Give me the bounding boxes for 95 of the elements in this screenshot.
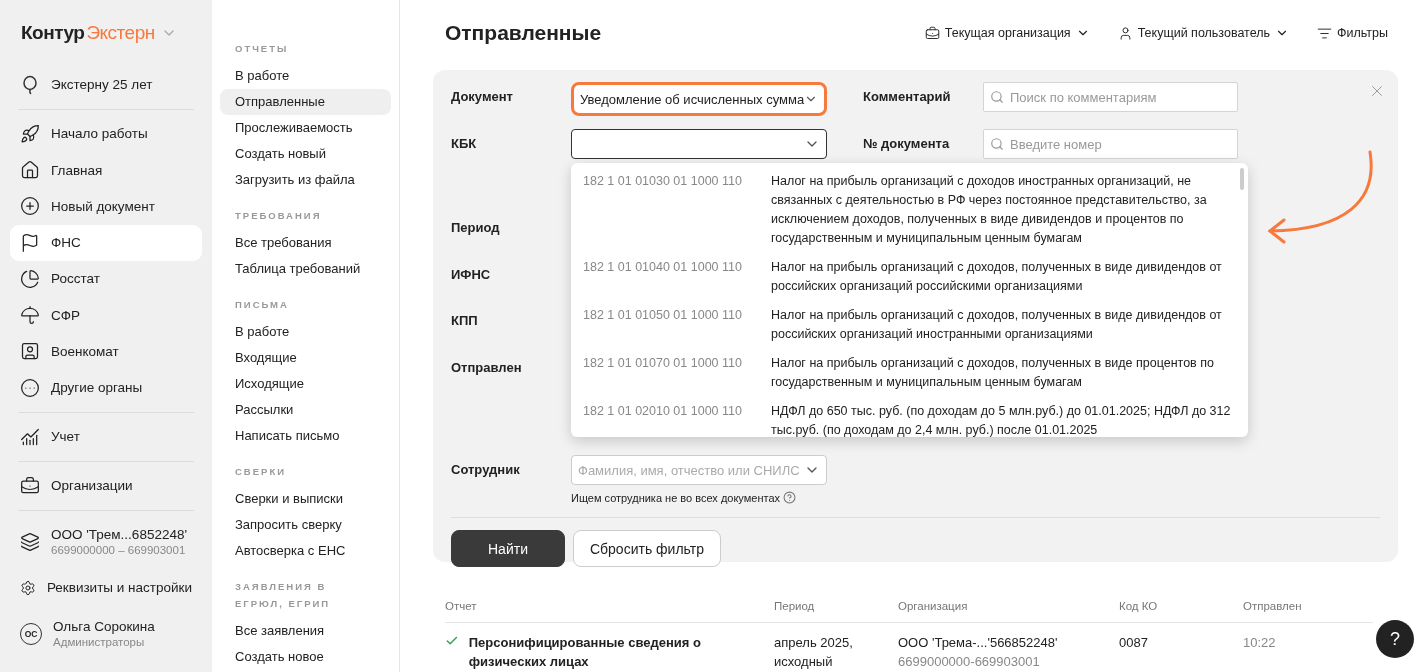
sidebar-item[interactable]: Военкомат [10,333,202,370]
field-label: Отправлен [451,360,522,375]
sidebar-item[interactable]: Новый документ [10,188,202,225]
sidebar-item[interactable]: Начало работы [10,115,202,153]
org-codes: 6699000000-669903001 [898,653,1041,671]
reset-filter-button[interactable]: Сбросить фильтр [572,530,721,567]
header-action[interactable]: Текущий пользователь [1117,25,1289,41]
user-role: Администраторы [53,636,146,649]
nav-item[interactable]: Все требования [220,230,391,256]
dropdown-option[interactable]: 182 1 01 01070 01 1000 110 Налог на прибыль организаций с доходов, полученных в виде процентов по государственным и муниципальным ценным бумагам [571,349,1248,397]
column-header: Код КО [1119,600,1243,623]
growth-chart-icon [20,426,40,447]
flag-icon [20,232,40,253]
nav-item[interactable]: В работе [220,63,391,89]
sidebar-item[interactable]: Главная [10,152,202,189]
promo-item[interactable]: Экстерну 25 лет [10,66,202,103]
code-cell-text: 0087 [1119,634,1149,652]
logo-text: Контур [21,22,85,45]
field-label: КБК [451,136,477,151]
briefcase-icon [924,25,940,41]
filter-icon [1317,25,1332,41]
org-cell-text: ООО 'Трема-...'566852248' [898,634,1059,652]
nav-item[interactable]: Рассылки [220,397,391,423]
find-button[interactable]: Найти [451,530,565,567]
period-text: апрель 2025, [774,634,854,652]
pie-chart-icon [20,268,40,289]
search-icon [990,137,1004,151]
nav-item[interactable]: Создать новый [220,141,391,167]
field-label: Период [451,220,500,235]
nav-item[interactable]: Запросить сверку [220,512,391,538]
nav-item[interactable]: Таблица требований [220,256,391,282]
balloon-icon [20,74,40,95]
header-action[interactable]: Фильтры [1317,25,1388,41]
column-header: Организация [898,600,1119,623]
umbrella-icon [20,305,40,326]
nav-item[interactable]: Создать новое [220,644,391,670]
dropdown-option[interactable]: 182 1 01 02010 01 1000 110 НДФЛ до 650 тыс. руб. (по доходам до 5 млн.руб.) до 01.01.2025; НДФЛ до 312 тыс.руб. (по доходам до 2,4 млн. руб.) после 01.01.2025 [571,397,1248,437]
sidebar-item[interactable]: Другие органы [10,369,202,406]
column-header: Отправлен [1243,600,1373,623]
sidebar-item[interactable]: Организации [10,467,202,505]
nav-item[interactable]: Прослеживаемость [220,115,391,141]
user-icon [1117,25,1133,41]
contact-card-icon [20,341,40,362]
select-field[interactable]: Уведомление об исчисленных сумма [571,82,827,116]
briefcase-icon [20,476,40,496]
field-label: Комментарий [863,89,951,104]
nav-item[interactable]: В работе [220,319,391,345]
nav-item[interactable]: Загрузить из файла [220,167,391,193]
logo-text: Экстерн [86,22,155,45]
section-title: ЗАЯВЛЕНИЯ В ЕГРЮЛ, ЕГРИП [234,580,332,611]
settings-item[interactable]: Реквизиты и настройки [10,566,202,610]
sidebar-item[interactable]: СФР [10,296,202,334]
plus-icon [20,196,40,217]
select-field[interactable] [571,129,827,159]
search-icon [990,90,1004,104]
nav-item[interactable]: Автосверка с ЕНС [220,538,391,564]
user-name[interactable]: Ольга Сорокина [53,619,155,635]
org-name[interactable]: ООО 'Трем...6852248' [51,527,187,543]
help-icon[interactable] [783,491,797,504]
sidebar-item[interactable]: Росстат [10,260,202,297]
field-label: Документ [451,89,513,104]
report-name[interactable]: Персонифицированные сведения о физических лицах [468,633,774,671]
section-title: ТРЕБОВАНИЯ [234,209,323,223]
nav-item[interactable]: Отправленные [220,89,391,115]
help-button[interactable]: ? [1376,620,1414,658]
dropdown-option[interactable]: 182 1 01 01030 01 1000 110 Налог на прибыль организаций с доходов иностранных организаций, не связанных с деятельностью в РФ через постоянное представительство, за исключением доходов, полученных в виде дивидендов и процентов по государственным и муниципальным ценным бумагам [571,167,1248,253]
section-title: СВЕРКИ [234,465,288,479]
sidebar-item[interactable]: ФНС [10,224,202,261]
dropdown-option[interactable]: 182 1 01 01040 01 1000 110 Налог на прибыль организаций с доходов, полученных в виде дивидендов от российских организаций российскими организациями [571,253,1248,301]
rocket-icon [20,123,40,144]
nav-item[interactable]: Написать письмо [220,423,391,449]
field-label: ИФНС [451,267,491,282]
page-title: Отправленные [445,21,603,45]
sidebar-item[interactable]: Учет [10,418,202,455]
header-action[interactable]: Текущая организация [924,25,1090,41]
field-label: № документа [863,136,950,151]
more-icon [20,377,40,398]
column-header: Период [774,600,898,623]
nav-item[interactable]: Исходящие [220,371,391,397]
period-text: исходный [774,653,834,671]
scrollbar-thumb[interactable] [1240,168,1244,190]
sent-time: 10:22 [1243,634,1277,652]
section-title: ПИСЬМА [234,298,290,312]
field-label: Сотрудник [451,462,520,477]
hint-text: Ищем сотрудника не во всех документах [571,491,827,504]
home-icon [20,160,40,181]
org-codes: 6699000000 – 669903001 [51,544,187,557]
nav-item[interactable]: Все заявления [220,618,391,644]
dropdown-option[interactable]: 182 1 01 01050 01 1000 110 Налог на прибыль организаций с доходов, полученных в виде дивидендов от российских организаций иностранными организациями [571,301,1248,349]
column-header: Отчет [445,600,774,623]
field-label: КПП [451,313,478,328]
stack-icon [20,531,40,552]
nav-item[interactable]: Входящие [220,345,391,371]
nav-item[interactable]: Сверки и выписки [220,486,391,512]
section-title: ОТЧЕТЫ [234,42,290,56]
